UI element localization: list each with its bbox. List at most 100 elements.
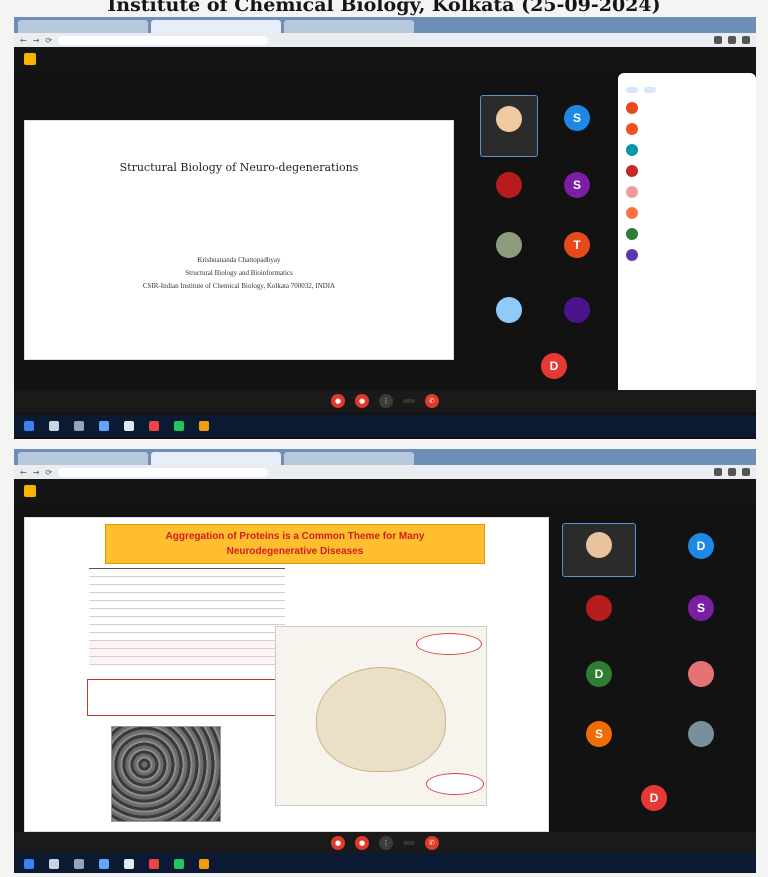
camera-off-icon[interactable]: ● bbox=[355, 394, 369, 408]
extension-icon[interactable] bbox=[728, 36, 736, 44]
participant-row[interactable] bbox=[626, 123, 748, 135]
participant-row[interactable] bbox=[626, 249, 748, 261]
diagram-callout bbox=[426, 773, 484, 795]
mic-off-icon[interactable]: ● bbox=[331, 836, 345, 850]
back-icon[interactable]: ← bbox=[20, 468, 27, 477]
table-row-highlighted bbox=[89, 656, 285, 665]
participant-row[interactable] bbox=[626, 102, 748, 114]
present-status[interactable] bbox=[403, 841, 415, 845]
participant-tile[interactable]: S bbox=[548, 105, 606, 157]
address-bar: ← → ⟳ bbox=[14, 33, 756, 47]
participant-tile[interactable]: S bbox=[664, 595, 738, 639]
micrograph-image bbox=[111, 726, 221, 822]
windows-taskbar bbox=[14, 415, 756, 437]
browser-tab[interactable] bbox=[284, 20, 414, 33]
taskbar-app-icon[interactable] bbox=[49, 859, 59, 869]
table-row bbox=[89, 632, 285, 641]
taskbar-app-icon[interactable] bbox=[174, 859, 184, 869]
start-icon[interactable] bbox=[24, 421, 34, 431]
panel-action-button[interactable] bbox=[644, 87, 656, 93]
start-icon[interactable] bbox=[24, 859, 34, 869]
panel-action-button[interactable] bbox=[626, 87, 638, 93]
forward-icon[interactable]: → bbox=[33, 36, 40, 45]
extension-icon[interactable] bbox=[742, 468, 750, 476]
avatar: S bbox=[586, 721, 612, 747]
participant-tile[interactable] bbox=[480, 172, 538, 224]
slide-institute: CSIR-Indian Institute of Chemical Biolog… bbox=[142, 282, 336, 290]
extension-icon[interactable] bbox=[742, 36, 750, 44]
browser-tab[interactable] bbox=[18, 452, 148, 465]
meet-logo-icon bbox=[24, 53, 36, 65]
taskbar-app-icon[interactable] bbox=[199, 859, 209, 869]
participant-row[interactable] bbox=[626, 144, 748, 156]
reload-icon[interactable]: ⟳ bbox=[45, 36, 52, 45]
taskbar-app-icon[interactable] bbox=[49, 421, 59, 431]
taskbar-app-icon[interactable] bbox=[99, 421, 109, 431]
end-call-icon[interactable]: ✆ bbox=[425, 836, 439, 850]
participant-tile[interactable]: D bbox=[664, 533, 738, 577]
extension-icon[interactable] bbox=[714, 36, 722, 44]
taskbar-app-icon[interactable] bbox=[74, 859, 84, 869]
participant-row[interactable] bbox=[626, 186, 748, 198]
participant-tile[interactable]: D bbox=[562, 661, 636, 705]
participant-tile[interactable] bbox=[562, 523, 636, 577]
browser-tab[interactable] bbox=[284, 452, 414, 465]
participant-tile[interactable]: S bbox=[562, 721, 636, 765]
more-options-icon[interactable]: ⋮ bbox=[379, 836, 393, 850]
camera-off-icon[interactable]: ● bbox=[355, 836, 369, 850]
slide-banner: Aggregation of Proteins is a Common Them… bbox=[105, 524, 485, 564]
avatar bbox=[688, 661, 714, 687]
url-field[interactable] bbox=[58, 467, 269, 477]
mic-off-icon[interactable]: ● bbox=[331, 394, 345, 408]
banner-line-1: Aggregation of Proteins is a Common Them… bbox=[165, 531, 425, 542]
participant-tile[interactable] bbox=[548, 297, 606, 349]
url-field[interactable] bbox=[58, 35, 269, 45]
reload-icon[interactable]: ⟳ bbox=[45, 468, 52, 477]
call-controls: ● ● ⋮ ✆ bbox=[14, 390, 756, 412]
present-status[interactable] bbox=[403, 399, 415, 403]
banner-line-2: Neurodegenerative Diseases bbox=[226, 546, 364, 557]
taskbar-app-icon[interactable] bbox=[199, 421, 209, 431]
participant-tile[interactable]: T bbox=[548, 232, 606, 284]
taskbar-app-icon[interactable] bbox=[124, 859, 134, 869]
table-row bbox=[89, 608, 285, 617]
taskbar-app-icon[interactable] bbox=[149, 421, 159, 431]
participant-row[interactable] bbox=[626, 228, 748, 240]
avatar bbox=[496, 232, 522, 258]
taskbar-app-icon[interactable] bbox=[99, 859, 109, 869]
participant-tile[interactable] bbox=[480, 95, 538, 157]
participant-tile[interactable]: S bbox=[548, 172, 606, 224]
taskbar-app-icon[interactable] bbox=[74, 421, 84, 431]
extension-icon[interactable] bbox=[714, 468, 722, 476]
table-row-highlighted bbox=[89, 648, 285, 657]
panel-button-row bbox=[626, 87, 748, 93]
extension-icon[interactable] bbox=[728, 468, 736, 476]
browser-tab[interactable] bbox=[18, 20, 148, 33]
browser-tab-active[interactable] bbox=[151, 20, 281, 33]
participant-row[interactable] bbox=[626, 165, 748, 177]
browser-tab-active[interactable] bbox=[151, 452, 281, 465]
participant-tile[interactable]: D bbox=[614, 785, 694, 825]
participant-tile[interactable] bbox=[480, 297, 538, 349]
participant-tile[interactable] bbox=[562, 595, 636, 639]
end-call-icon[interactable]: ✆ bbox=[425, 394, 439, 408]
back-icon[interactable]: ← bbox=[20, 36, 27, 45]
browser-tab-strip bbox=[14, 449, 756, 465]
avatar bbox=[496, 106, 522, 132]
participant-tile[interactable] bbox=[664, 721, 738, 765]
avatar bbox=[688, 721, 714, 747]
taskbar-app-icon[interactable] bbox=[174, 421, 184, 431]
browser-tab-strip bbox=[14, 17, 756, 33]
address-bar: ← → ⟳ bbox=[14, 465, 756, 479]
avatar: D bbox=[586, 661, 612, 687]
participant-tile[interactable] bbox=[480, 232, 538, 284]
slide-department: Structural Biology and Bioinformatics bbox=[185, 269, 293, 277]
participant-tile[interactable]: D bbox=[514, 353, 594, 389]
participant-tile[interactable] bbox=[664, 661, 738, 705]
participant-row[interactable] bbox=[626, 207, 748, 219]
slide-title: Structural Biology of Neuro-degeneration… bbox=[119, 161, 359, 174]
taskbar-app-icon[interactable] bbox=[124, 421, 134, 431]
more-options-icon[interactable]: ⋮ bbox=[379, 394, 393, 408]
taskbar-app-icon[interactable] bbox=[149, 859, 159, 869]
forward-icon[interactable]: → bbox=[33, 468, 40, 477]
